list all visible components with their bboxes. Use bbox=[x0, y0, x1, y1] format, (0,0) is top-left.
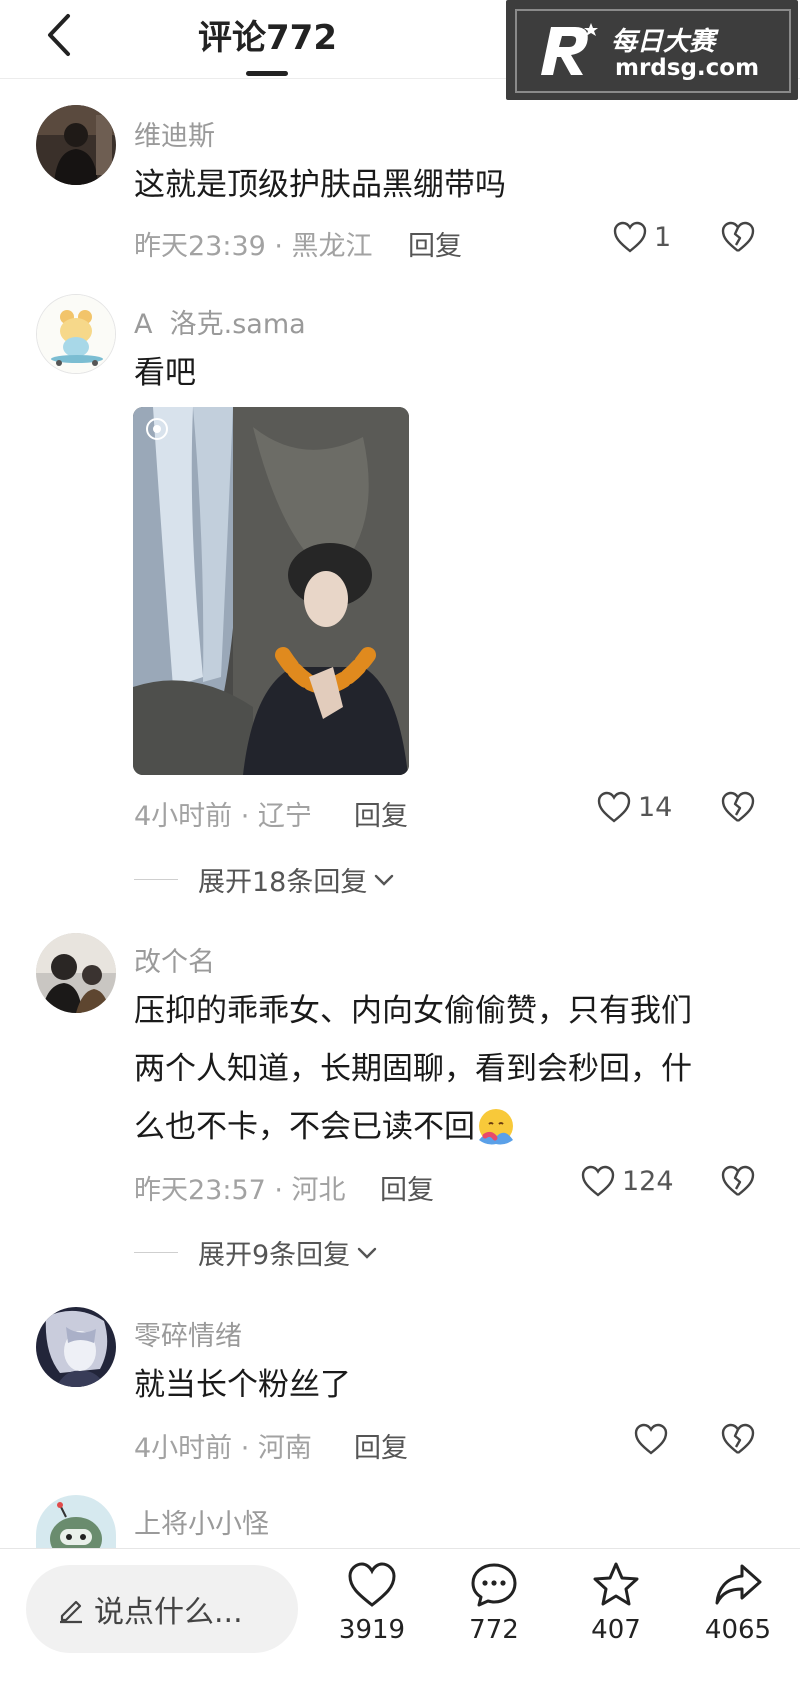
avatar[interactable] bbox=[36, 933, 116, 1013]
heart-icon bbox=[597, 791, 631, 823]
like-button[interactable] bbox=[633, 1422, 675, 1456]
comment-input-placeholder: 说点什么... bbox=[94, 1595, 243, 1630]
expand-replies-label: 展开18条回复 bbox=[198, 867, 368, 898]
avatar[interactable] bbox=[36, 1307, 116, 1387]
comment-text-line: 两个人知道，长期固聊，看到会秒回，什 bbox=[134, 1051, 692, 1087]
share-count: 4065 bbox=[704, 1615, 772, 1645]
heart-icon bbox=[581, 1165, 615, 1197]
comment-text: 压抑的乖乖女、内向女偷偷赞，只有我们 两个人知道，长期固聊，看到会秒回，什 么也… bbox=[134, 982, 754, 1156]
avatar[interactable] bbox=[36, 294, 116, 374]
favorite-button[interactable]: 407 bbox=[571, 1561, 661, 1645]
star-icon bbox=[593, 1562, 639, 1606]
pencil-icon bbox=[60, 1600, 82, 1624]
like-count: 1 bbox=[654, 221, 672, 253]
reply-button[interactable]: 回复 bbox=[354, 794, 408, 833]
heart-icon bbox=[348, 1562, 396, 1607]
divider bbox=[134, 879, 178, 880]
page-title: 评论772 bbox=[198, 18, 337, 58]
comment-meta: 昨天23:57 · 河北 bbox=[134, 1175, 346, 1206]
share-button[interactable]: 4065 bbox=[693, 1561, 783, 1645]
comment-meta: 4小时前 · 河南 bbox=[134, 1433, 312, 1464]
comment-button[interactable]: 772 bbox=[449, 1561, 539, 1645]
like-button[interactable]: 1 bbox=[612, 220, 671, 254]
chevron-down-icon bbox=[357, 1247, 377, 1259]
like-post-count: 3919 bbox=[338, 1615, 406, 1645]
reply-button[interactable]: 回复 bbox=[380, 1168, 434, 1207]
username[interactable]: 维迪斯 bbox=[134, 114, 215, 153]
like-count: 124 bbox=[622, 1165, 674, 1197]
watermark-url: mrdsg.com bbox=[615, 55, 760, 81]
comment-text: 就当长个粉丝了 bbox=[134, 1367, 351, 1403]
dislike-button[interactable] bbox=[720, 1422, 756, 1458]
brand-logo-icon bbox=[541, 23, 598, 75]
chevron-down-icon bbox=[375, 874, 394, 886]
username[interactable]: A 洛克.sama bbox=[134, 302, 306, 341]
username[interactable]: 上将小小怪 bbox=[134, 1502, 269, 1541]
heart-icon bbox=[613, 221, 647, 253]
bottom-action-bar: 说点什么... 3919 772 407 4065 bbox=[0, 1548, 800, 1685]
divider bbox=[134, 1252, 178, 1253]
reply-button[interactable]: 回复 bbox=[354, 1426, 408, 1465]
tab-indicator bbox=[246, 71, 288, 76]
like-button[interactable]: 14 bbox=[596, 790, 672, 824]
comment-meta: 4小时前 · 辽宁 bbox=[134, 801, 312, 832]
comment-text: 看吧 bbox=[134, 355, 196, 391]
broken-heart-icon bbox=[721, 1165, 755, 1196]
comment-count: 772 bbox=[469, 1615, 519, 1645]
comment-text: 这就是顶级护肤品黑绷带吗 bbox=[134, 167, 506, 203]
avatar[interactable] bbox=[36, 1495, 116, 1548]
share-arrow-icon bbox=[715, 1564, 762, 1605]
dislike-button[interactable] bbox=[720, 790, 756, 826]
broken-heart-icon bbox=[721, 791, 755, 822]
comment-bubble-icon bbox=[471, 1563, 517, 1607]
watermark-frame: 每日大赛 mrdsg.com bbox=[515, 9, 791, 93]
like-button[interactable]: 124 bbox=[580, 1164, 674, 1198]
avatar[interactable] bbox=[36, 105, 116, 185]
username[interactable]: 改个名 bbox=[134, 940, 215, 979]
comment-text-last-line: 么也不卡，不会已读不回 bbox=[134, 1098, 754, 1156]
comment-input[interactable]: 说点什么... bbox=[26, 1565, 298, 1653]
comment-text-line: 压抑的乖乖女、内向女偷偷赞，只有我们 bbox=[134, 993, 692, 1029]
broken-heart-icon bbox=[721, 221, 755, 252]
back-button[interactable] bbox=[40, 6, 80, 62]
dislike-button[interactable] bbox=[720, 1164, 756, 1200]
comment-meta: 昨天23:39 · 黑龙江 bbox=[134, 231, 373, 262]
comment-text-line: 么也不卡，不会已读不回 bbox=[134, 1109, 475, 1145]
username[interactable]: 零碎情绪 bbox=[134, 1314, 242, 1353]
expand-replies-label: 展开9条回复 bbox=[198, 1240, 351, 1271]
expand-replies-button[interactable]: 展开9条回复 bbox=[134, 1233, 380, 1272]
watermark-name: 每日大赛 bbox=[611, 27, 716, 57]
expand-replies-button[interactable]: 展开18条回复 bbox=[134, 860, 397, 899]
broken-heart-icon bbox=[721, 1423, 755, 1454]
hug-emoji-icon bbox=[479, 1109, 513, 1145]
like-post-button[interactable]: 3919 bbox=[327, 1561, 417, 1645]
watermark-logo: 每日大赛 mrdsg.com bbox=[506, 0, 798, 100]
like-count: 14 bbox=[638, 791, 673, 823]
favorite-count: 407 bbox=[591, 1615, 641, 1645]
reply-button[interactable]: 回复 bbox=[408, 224, 462, 263]
heart-icon bbox=[634, 1423, 668, 1455]
chevron-left-icon bbox=[48, 14, 70, 56]
comment-image[interactable] bbox=[133, 407, 409, 775]
dislike-button[interactable] bbox=[720, 220, 756, 256]
